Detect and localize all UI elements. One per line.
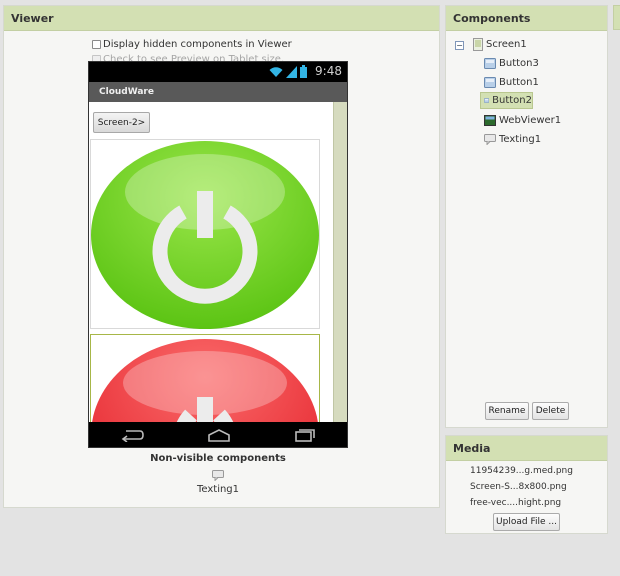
collapse-tree-icon[interactable]: − (455, 41, 464, 50)
tree-item-button3[interactable]: Button3 (484, 55, 539, 72)
media-panel: Media 11954239...g.med.png Screen-S...8x… (445, 435, 608, 534)
green-power-button[interactable] (90, 139, 320, 329)
green-power-icon (91, 141, 319, 329)
screen2-button[interactable]: Screen-2> (93, 112, 150, 133)
android-nav-bar (89, 422, 347, 447)
battery-icon (300, 65, 307, 78)
webviewer-icon (484, 115, 496, 126)
tree-item-label: Button2 (492, 95, 532, 106)
button-icon (484, 77, 496, 88)
tree-item-label: WebViewer1 (499, 115, 562, 126)
components-panel: Components − Screen1 Button3 Button1 But… (445, 5, 608, 428)
nonvisible-item-label: Texting1 (196, 484, 240, 495)
media-file-item[interactable]: free-vec....hight.png (470, 498, 561, 508)
properties-panel-edge (613, 5, 620, 30)
red-power-button[interactable] (90, 334, 320, 434)
media-header: Media (446, 436, 607, 461)
tree-item-webviewer1[interactable]: WebViewer1 (484, 112, 561, 129)
screen-content: Screen-2> (89, 102, 347, 434)
recent-apps-icon[interactable] (294, 428, 316, 442)
home-icon[interactable] (207, 428, 231, 442)
tree-item-label: Button3 (499, 58, 539, 69)
texting-icon[interactable] (212, 470, 224, 481)
app-title-bar: CloudWare (89, 82, 347, 102)
signal-icon (286, 65, 297, 78)
components-header: Components (446, 6, 607, 31)
display-hidden-checkbox[interactable] (92, 40, 101, 49)
content-scrollbar[interactable] (333, 102, 347, 424)
red-power-icon (91, 339, 319, 433)
delete-button[interactable]: Delete (532, 402, 569, 420)
texting-icon (484, 134, 496, 145)
media-file-item[interactable]: 11954239...g.med.png (470, 466, 573, 476)
tree-item-label: Button1 (499, 77, 539, 88)
tree-item-button2[interactable]: Button2 (480, 92, 533, 109)
viewer-header: Viewer (4, 6, 439, 31)
display-hidden-checkbox-row[interactable]: Display hidden components in Viewer (92, 39, 292, 50)
phone-preview: 9:48 CloudWare Screen-2> (88, 61, 348, 448)
wifi-icon (269, 66, 283, 77)
button-icon (484, 98, 490, 103)
status-clock: 9:48 (315, 64, 342, 78)
media-file-item[interactable]: Screen-S...8x800.png (470, 482, 567, 492)
tree-item-texting1[interactable]: Texting1 (484, 131, 541, 148)
back-icon[interactable] (120, 428, 145, 442)
display-hidden-label: Display hidden components in Viewer (103, 39, 292, 50)
tree-item-label: Texting1 (499, 134, 542, 145)
status-bar: 9:48 (89, 62, 347, 82)
upload-file-button[interactable]: Upload File ... (493, 513, 560, 531)
nonvisible-components-title: Non-visible components (150, 453, 286, 464)
tree-item-button1[interactable]: Button1 (484, 74, 539, 91)
rename-button[interactable]: Rename (485, 402, 529, 420)
tree-item-label: Screen1 (486, 39, 527, 50)
screen-icon (473, 38, 483, 51)
tree-item-screen1[interactable]: Screen1 (473, 36, 527, 53)
button-icon (484, 58, 496, 69)
